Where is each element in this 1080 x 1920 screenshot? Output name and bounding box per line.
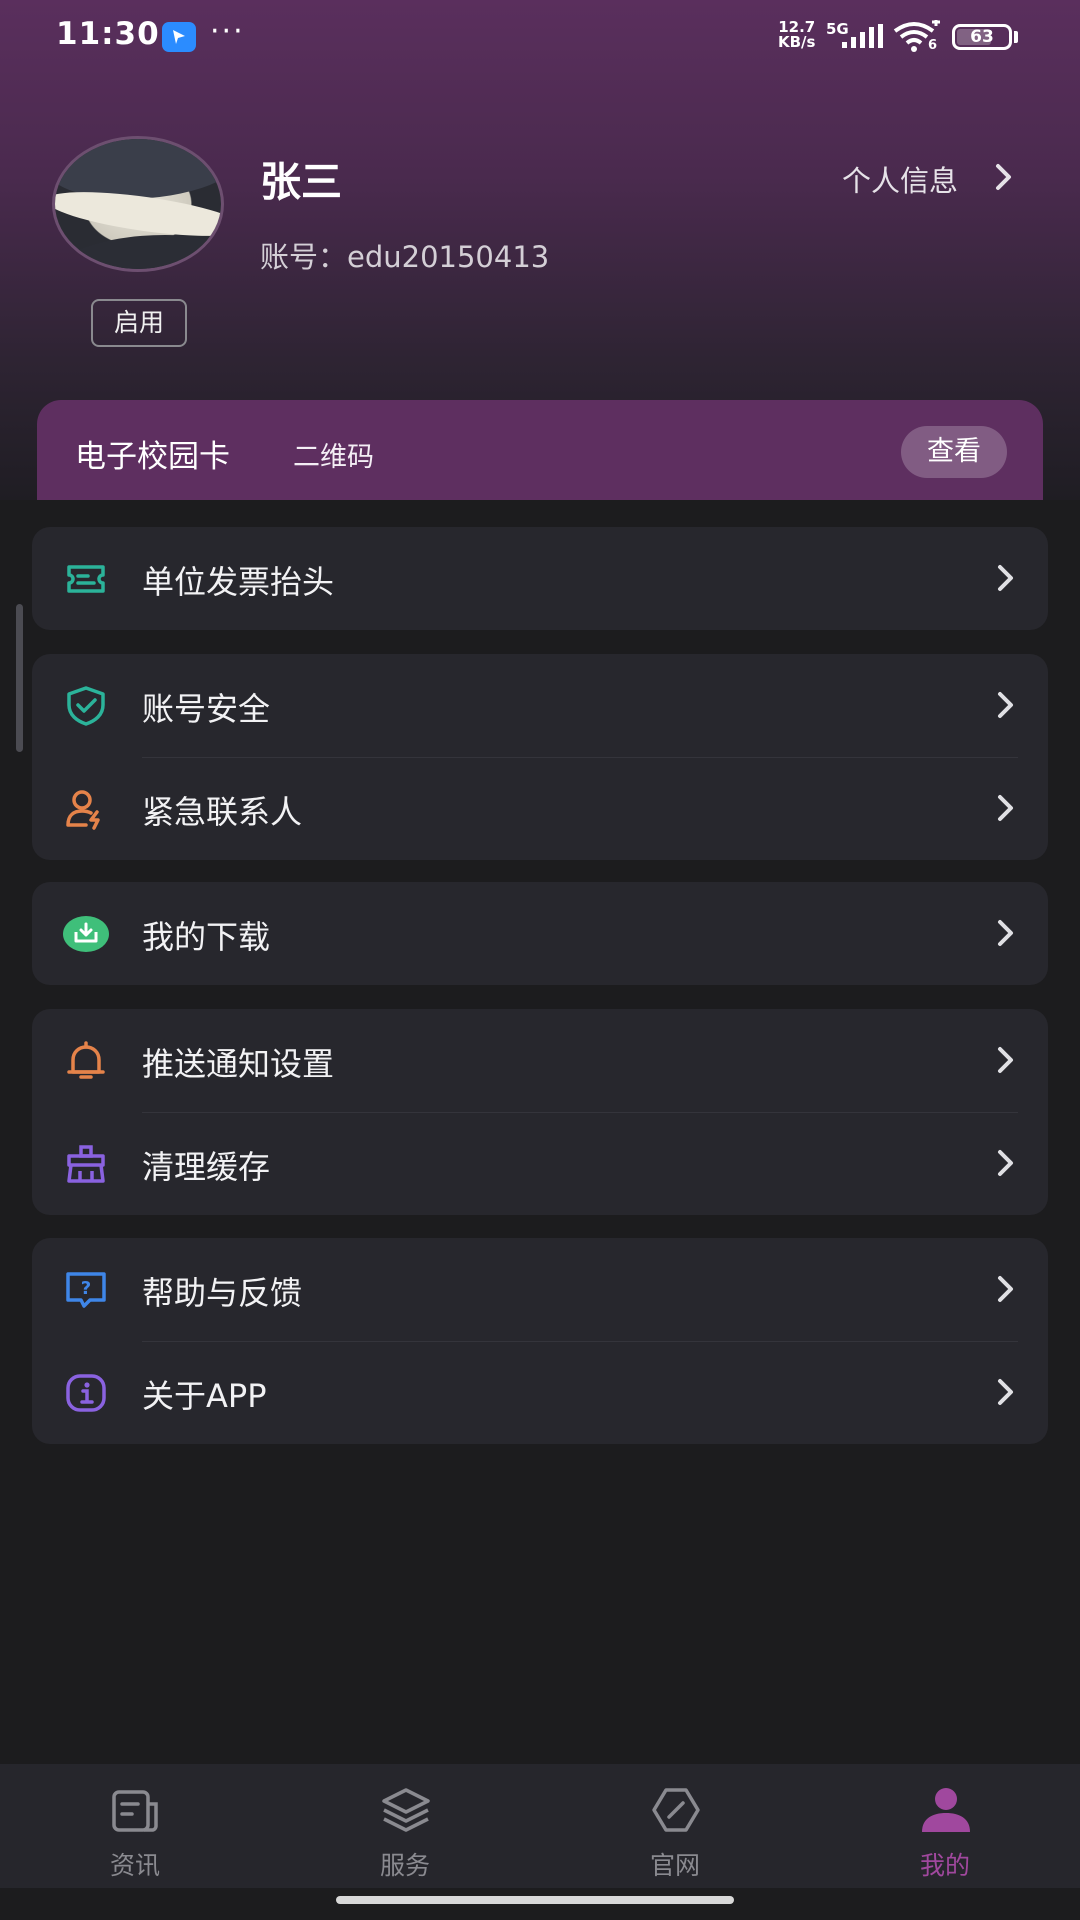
app-notification-icon [162, 22, 196, 52]
signal-icon [842, 24, 883, 48]
chevron-right-icon [998, 1150, 1013, 1176]
chevron-right-icon [998, 1379, 1013, 1405]
menu-item-label: 推送通知设置 [142, 1045, 335, 1083]
info-icon [66, 1374, 106, 1412]
user-alert-icon [66, 790, 100, 830]
avatar[interactable] [52, 136, 224, 272]
chevron-right-icon [998, 1047, 1013, 1073]
tab-website[interactable]: 官网 [540, 1764, 810, 1888]
campus-card-title: 电子校园卡 [75, 439, 230, 475]
news-icon [112, 1790, 158, 1832]
menu-group-settings: 推送通知设置 清理缓存 [32, 1009, 1048, 1215]
menu-item-clear-cache[interactable]: 清理缓存 [32, 1112, 1048, 1215]
chevron-right-icon [998, 692, 1013, 718]
tab-news[interactable]: 资讯 [0, 1764, 270, 1888]
chevron-right-icon [996, 164, 1011, 190]
menu-item-notifications[interactable]: 推送通知设置 [32, 1009, 1048, 1112]
chevron-right-icon [998, 1276, 1013, 1302]
menu-item-emergency-contact[interactable]: 紧急联系人 [32, 757, 1048, 860]
net-speed: 12.7 KB/s [778, 20, 815, 50]
home-indicator[interactable] [336, 1896, 734, 1904]
net-speed-unit: KB/s [778, 33, 816, 51]
chevron-right-icon [998, 795, 1013, 821]
avatar-shade-bottom [55, 235, 221, 269]
view-campus-card-button[interactable]: 查看 [901, 426, 1007, 478]
tab-label: 我的 [919, 1851, 970, 1880]
menu-item-label: 清理缓存 [142, 1148, 271, 1186]
menu-item-label: 帮助与反馈 [142, 1274, 303, 1312]
broom-icon [67, 1145, 105, 1183]
menu-group-support: ? 帮助与反馈 关于APP [32, 1238, 1048, 1444]
chevron-right-icon [998, 565, 1013, 591]
status-bar: 11:30 ··· 12.7 KB/s 5G 6 63 [0, 0, 1080, 72]
battery-cap [1014, 31, 1018, 43]
avatar-shade-top [55, 139, 221, 199]
battery-icon: 63 [952, 24, 1012, 50]
help-chat-icon: ? [66, 1272, 106, 1308]
layers-icon [382, 1788, 430, 1832]
menu-item-security[interactable]: 账号安全 [32, 654, 1048, 757]
personal-info-label: 个人信息 [842, 164, 959, 198]
svg-text:?: ? [81, 1278, 91, 1299]
status-time: 11:30 [56, 16, 160, 52]
compass-icon [652, 1788, 700, 1832]
menu-item-downloads[interactable]: 我的下载 [32, 882, 1048, 985]
shield-check-icon [67, 686, 105, 726]
personal-info-link[interactable]: 个人信息 [842, 158, 1011, 200]
wifi-sub: 6 [928, 38, 938, 53]
ticket-icon [67, 565, 105, 593]
chevron-right-icon [998, 920, 1013, 946]
menu-item-label: 紧急联系人 [142, 793, 303, 831]
bottom-navigation: 资讯 服务 官网 我的 [0, 1764, 1080, 1888]
menu-item-label: 账号安全 [142, 690, 271, 728]
tab-mine[interactable]: 我的 [810, 1764, 1080, 1888]
account-number: 账号：edu20150413 [260, 240, 550, 274]
menu-item-label: 单位发票抬头 [142, 563, 335, 601]
tab-label: 官网 [649, 1851, 700, 1880]
campus-card-qr-label: 二维码 [293, 442, 374, 473]
menu-group-invoice: 单位发票抬头 [32, 527, 1048, 630]
menu-item-invoice[interactable]: 单位发票抬头 [32, 527, 1048, 630]
menu-group-downloads: 我的下载 [32, 882, 1048, 985]
download-tray-icon [63, 916, 109, 952]
account-status-badge: 启用 [91, 299, 187, 347]
more-notifications-icon: ··· [210, 14, 245, 49]
tab-services[interactable]: 服务 [270, 1764, 540, 1888]
tab-label: 资讯 [109, 1851, 160, 1880]
user-name: 张三 [260, 158, 342, 206]
user-icon [922, 1788, 970, 1832]
battery-level: 63 [970, 27, 994, 47]
menu-group-account: 账号安全 紧急联系人 [32, 654, 1048, 860]
tab-label: 服务 [379, 1851, 430, 1880]
screen: 11:30 ··· 12.7 KB/s 5G 6 63 启用 张三 账号：edu… [0, 0, 1080, 1920]
menu-item-label: 关于APP [142, 1377, 267, 1415]
bell-icon [67, 1041, 105, 1079]
menu-item-about[interactable]: 关于APP [32, 1341, 1048, 1444]
menu-item-help-feedback[interactable]: ? 帮助与反馈 [32, 1238, 1048, 1341]
menu-item-label: 我的下载 [142, 918, 271, 956]
campus-card-banner: 电子校园卡 二维码 查看 [37, 400, 1043, 500]
scrollbar[interactable] [16, 604, 23, 752]
